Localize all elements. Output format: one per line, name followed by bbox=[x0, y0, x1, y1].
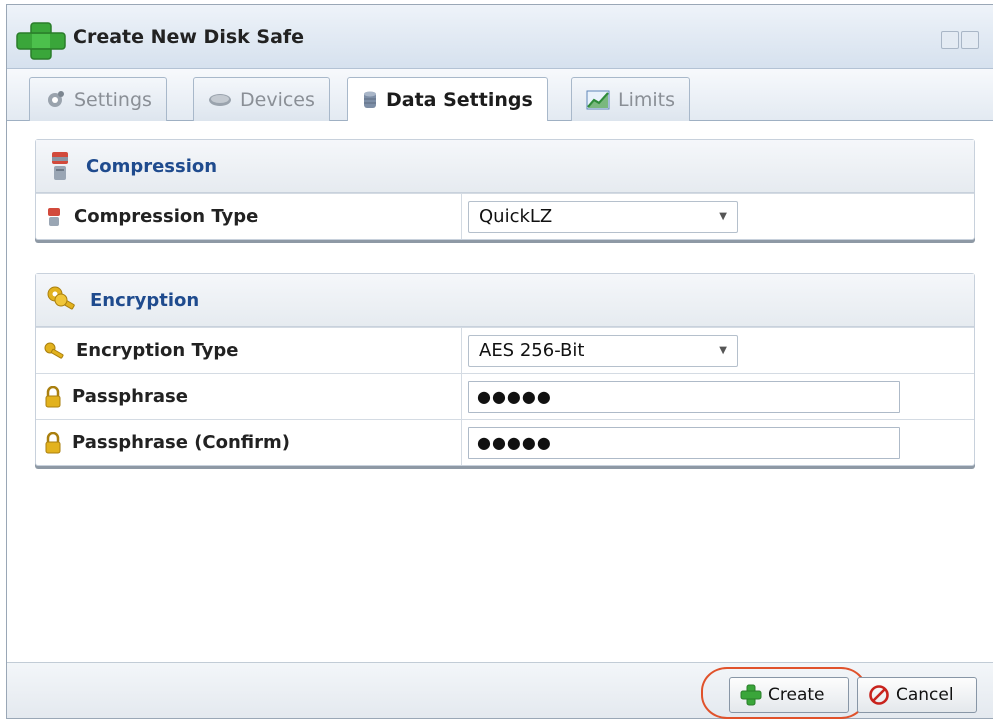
passphrase-confirm-input[interactable]: ●●●●● bbox=[468, 426, 900, 459]
compression-type-row: Compression Type QuickLZ ▼ bbox=[36, 193, 974, 239]
passphrase-label: Passphrase bbox=[72, 386, 188, 407]
database-icon bbox=[364, 91, 376, 108]
passphrase-confirm-row: Passphrase (Confirm) ●●●●● bbox=[36, 419, 974, 465]
encryption-type-row: Encryption Type AES 256-Bit ▼ bbox=[36, 327, 974, 373]
chevron-down-icon: ▼ bbox=[719, 211, 727, 222]
compression-header: Compression bbox=[36, 140, 974, 193]
compression-type-label-cell: Compression Type bbox=[36, 194, 462, 239]
tab-limits[interactable]: Limits bbox=[571, 77, 690, 121]
dialog-titlebar: Create New Disk Safe bbox=[7, 5, 993, 69]
tab-limits-label: Limits bbox=[618, 88, 675, 111]
dialog-footer: Create Cancel bbox=[7, 662, 993, 719]
chart-icon bbox=[586, 90, 610, 109]
encryption-type-label-cell: Encryption Type bbox=[36, 328, 462, 373]
disk-icon bbox=[209, 93, 231, 106]
compression-type-value-cell: QuickLZ ▼ bbox=[462, 194, 974, 239]
create-button[interactable]: Create bbox=[729, 677, 849, 713]
passphrase-row: Passphrase ●●●●● bbox=[36, 373, 974, 419]
compression-type-selected: QuickLZ bbox=[479, 206, 553, 227]
tab-settings-label: Settings bbox=[74, 88, 152, 111]
tab-settings[interactable]: Settings bbox=[29, 77, 167, 121]
cancel-button[interactable]: Cancel bbox=[857, 677, 977, 713]
compress-icon bbox=[48, 207, 60, 226]
passphrase-masked: ●●●●● bbox=[477, 387, 552, 406]
cancel-icon bbox=[869, 685, 889, 705]
tab-data-settings-label: Data Settings bbox=[386, 89, 533, 111]
compression-panel: Compression Compression Type QuickLZ ▼ bbox=[35, 139, 975, 240]
key-icon bbox=[44, 342, 64, 359]
passphrase-confirm-label: Passphrase (Confirm) bbox=[72, 432, 291, 453]
tab-devices-label: Devices bbox=[240, 88, 315, 111]
cancel-button-label: Cancel bbox=[896, 685, 954, 705]
lock-icon bbox=[45, 431, 61, 453]
chevron-down-icon: ▼ bbox=[719, 345, 727, 356]
compression-type-select[interactable]: QuickLZ ▼ bbox=[468, 200, 738, 233]
passphrase-confirm-masked: ●●●●● bbox=[477, 433, 552, 452]
passphrase-confirm-value-cell: ●●●●● bbox=[462, 420, 974, 465]
keys-icon bbox=[47, 286, 75, 310]
passphrase-input[interactable]: ●●●●● bbox=[468, 380, 900, 413]
lock-icon bbox=[45, 385, 61, 407]
compression-type-label: Compression Type bbox=[74, 206, 259, 227]
passphrase-label-cell: Passphrase bbox=[36, 374, 462, 419]
plus-icon bbox=[16, 22, 66, 60]
encryption-type-selected: AES 256-Bit bbox=[479, 340, 585, 361]
compress-icon bbox=[52, 152, 68, 180]
create-button-label: Create bbox=[768, 685, 825, 705]
dialog-title: Create New Disk Safe bbox=[73, 26, 305, 48]
encryption-type-select[interactable]: AES 256-Bit ▼ bbox=[468, 334, 738, 367]
passphrase-confirm-label-cell: Passphrase (Confirm) bbox=[36, 420, 462, 465]
close-button[interactable] bbox=[961, 31, 979, 49]
encryption-header: Encryption bbox=[36, 274, 974, 327]
plus-icon bbox=[740, 684, 762, 706]
encryption-type-value-cell: AES 256-Bit ▼ bbox=[462, 328, 974, 373]
maximize-button[interactable] bbox=[941, 31, 959, 49]
encryption-panel: Encryption Encryption Type AES 256-Bit ▼ bbox=[35, 273, 975, 466]
encryption-title: Encryption bbox=[90, 289, 200, 311]
tab-strip: Settings Devices Data Settings Limits bbox=[7, 69, 993, 122]
compression-title: Compression bbox=[86, 155, 218, 177]
gear-icon bbox=[48, 90, 64, 107]
tab-data-settings[interactable]: Data Settings bbox=[347, 77, 548, 122]
tab-content: Compression Compression Type QuickLZ ▼ E… bbox=[7, 121, 993, 662]
tab-devices[interactable]: Devices bbox=[193, 77, 330, 121]
create-disk-safe-dialog: Create New Disk Safe Settings Devices Da… bbox=[6, 4, 993, 719]
encryption-type-label: Encryption Type bbox=[76, 340, 239, 361]
passphrase-value-cell: ●●●●● bbox=[462, 374, 974, 419]
